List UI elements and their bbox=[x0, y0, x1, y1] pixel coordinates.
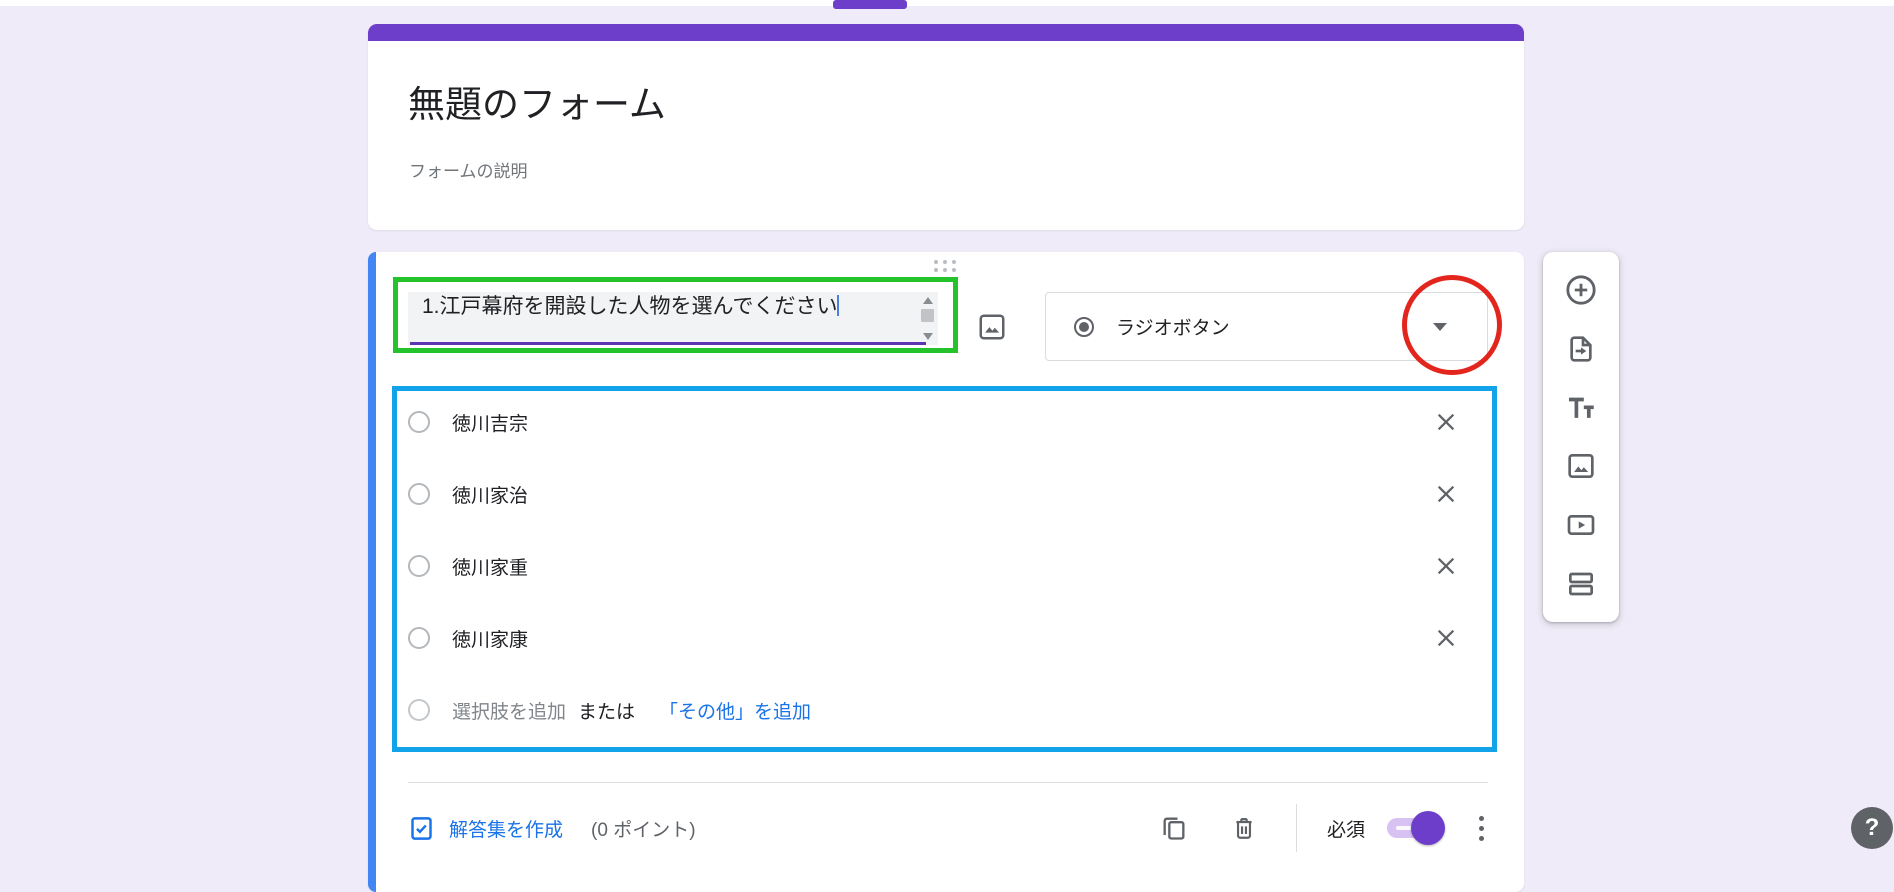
add-question-button[interactable] bbox=[1563, 272, 1599, 308]
close-icon bbox=[1435, 411, 1457, 433]
answer-key-button[interactable]: 解答集を作成 (0 ポイント) bbox=[408, 815, 696, 842]
drag-handle-icon[interactable] bbox=[934, 260, 956, 272]
delete-question-button[interactable] bbox=[1224, 808, 1264, 848]
more-options-button[interactable] bbox=[1475, 812, 1488, 845]
add-other-link[interactable]: 「その他」を追加 bbox=[659, 697, 811, 724]
radio-circle-icon bbox=[408, 627, 430, 649]
option-label[interactable]: 徳川家重 bbox=[452, 553, 528, 580]
form-theme-bar bbox=[368, 24, 1524, 41]
add-section-button[interactable] bbox=[1563, 566, 1599, 602]
add-option-button[interactable]: 選択肢を追加 bbox=[452, 697, 566, 724]
import-questions-button[interactable] bbox=[1563, 331, 1599, 367]
add-image-to-question-button[interactable] bbox=[972, 307, 1012, 347]
points-label: (0 ポイント) bbox=[591, 815, 696, 842]
footer-divider bbox=[1296, 804, 1297, 852]
editor-side-toolbar bbox=[1543, 252, 1619, 622]
add-video-button[interactable] bbox=[1563, 507, 1599, 543]
or-label: または bbox=[578, 697, 635, 724]
image-icon bbox=[1565, 450, 1597, 482]
answer-key-label: 解答集を作成 bbox=[449, 815, 563, 842]
radio-circle-icon bbox=[408, 411, 430, 433]
input-focus-underline bbox=[410, 342, 926, 345]
required-label: 必須 bbox=[1327, 815, 1365, 842]
remove-option-button[interactable] bbox=[1432, 480, 1460, 508]
scroll-down-icon[interactable] bbox=[923, 333, 933, 340]
top-purple-tab bbox=[833, 0, 907, 9]
video-icon bbox=[1565, 509, 1597, 541]
form-title-card: 無題のフォーム フォームの説明 bbox=[368, 24, 1524, 230]
options-list: 徳川吉宗 徳川家治 徳川家重 徳川家康 bbox=[408, 386, 1460, 746]
section-icon bbox=[1565, 568, 1597, 600]
duplicate-question-button[interactable] bbox=[1154, 808, 1194, 848]
textarea-scrollbar[interactable] bbox=[920, 295, 936, 342]
radio-circle-icon bbox=[408, 483, 430, 505]
text-cursor bbox=[837, 295, 839, 316]
toggle-thumb[interactable] bbox=[1411, 811, 1445, 845]
close-icon bbox=[1435, 627, 1457, 649]
radio-circle-icon bbox=[408, 555, 430, 577]
remove-option-button[interactable] bbox=[1432, 552, 1460, 580]
top-page-fragment bbox=[0, 0, 1894, 6]
duplicate-icon bbox=[1160, 814, 1188, 842]
option-row: 徳川家重 bbox=[408, 530, 1460, 602]
question-card: 1.江戸幕府を開設した人物を選んでください ラジオボタン 徳川吉宗 bbox=[368, 252, 1524, 892]
text-title-icon bbox=[1564, 391, 1598, 425]
option-row: 徳川吉宗 bbox=[408, 386, 1460, 458]
toggle-track-highlight bbox=[1396, 826, 1412, 830]
answer-key-icon bbox=[408, 815, 435, 842]
radio-circle-icon bbox=[408, 699, 430, 721]
radio-button-icon bbox=[1074, 317, 1094, 337]
option-label[interactable]: 徳川家康 bbox=[452, 625, 528, 652]
card-divider bbox=[408, 782, 1488, 783]
add-option-row: 選択肢を追加 または 「その他」を追加 bbox=[408, 674, 1460, 746]
option-row: 徳川家治 bbox=[408, 458, 1460, 530]
close-icon bbox=[1435, 555, 1457, 577]
option-row: 徳川家康 bbox=[408, 602, 1460, 674]
image-icon bbox=[977, 312, 1007, 342]
remove-option-button[interactable] bbox=[1432, 624, 1460, 652]
form-title[interactable]: 無題のフォーム bbox=[408, 83, 1524, 127]
close-icon bbox=[1435, 483, 1457, 505]
add-image-button[interactable] bbox=[1563, 448, 1599, 484]
required-toggle[interactable] bbox=[1387, 818, 1441, 838]
plus-circle-icon bbox=[1564, 273, 1598, 307]
question-title-text: 1.江戸幕府を開設した人物を選んでください bbox=[422, 294, 854, 319]
question-type-label: ラジオボタン bbox=[1116, 313, 1230, 340]
footer-actions: 必須 bbox=[1154, 804, 1488, 852]
add-title-button[interactable] bbox=[1563, 390, 1599, 426]
question-footer-toolbar: 解答集を作成 (0 ポイント) 必須 bbox=[408, 799, 1488, 857]
option-label[interactable]: 徳川吉宗 bbox=[452, 409, 528, 436]
question-type-dropdown[interactable]: ラジオボタン bbox=[1045, 292, 1488, 361]
question-title-input[interactable]: 1.江戸幕府を開設した人物を選んでください bbox=[408, 292, 938, 345]
form-description-field[interactable]: フォームの説明 bbox=[409, 157, 1524, 182]
option-label[interactable]: 徳川家治 bbox=[452, 481, 528, 508]
chevron-down-icon[interactable] bbox=[1433, 323, 1447, 331]
trash-icon bbox=[1231, 815, 1257, 841]
help-button[interactable]: ? bbox=[1851, 807, 1893, 849]
selected-question-indicator bbox=[368, 252, 376, 892]
scroll-up-icon[interactable] bbox=[923, 297, 933, 304]
scroll-thumb[interactable] bbox=[921, 309, 934, 322]
import-questions-icon bbox=[1565, 333, 1597, 365]
remove-option-button[interactable] bbox=[1432, 408, 1460, 436]
